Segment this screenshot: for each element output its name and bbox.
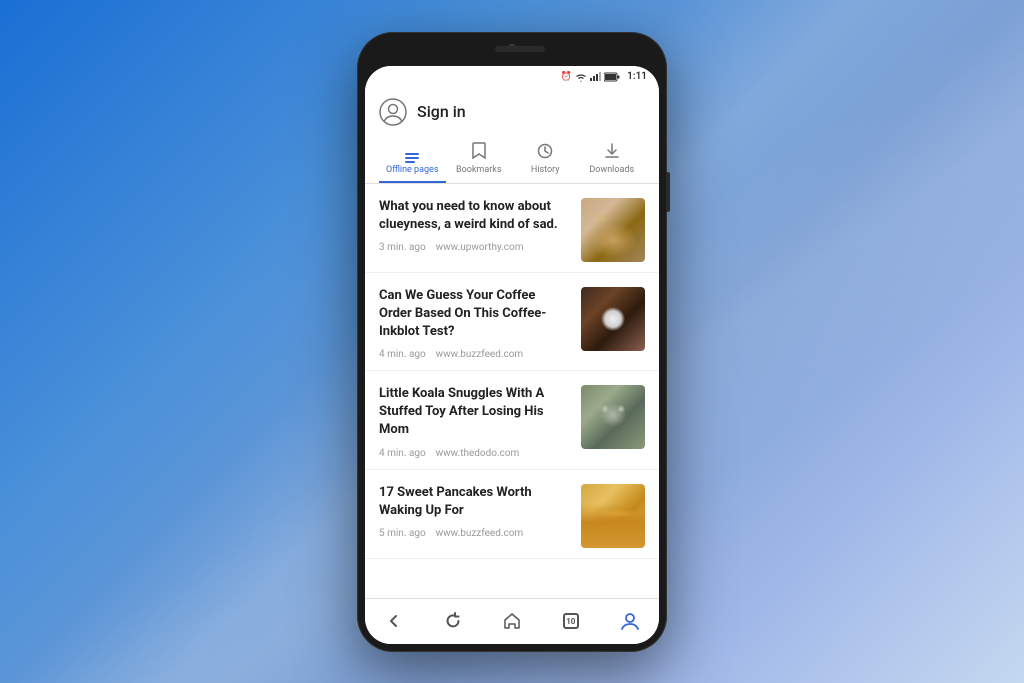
tabs-button[interactable]: 10 (551, 601, 591, 641)
article-source: www.thedodo.com (436, 448, 520, 459)
tab-bookmarks[interactable]: Bookmarks (446, 136, 513, 183)
tab-downloads-label: Downloads (589, 165, 634, 175)
article-source: www.buzzfeed.com (436, 528, 524, 539)
user-avatar-icon (379, 98, 407, 126)
phone-device: ⏰ 1:11 (357, 32, 667, 652)
article-item[interactable]: Little Koala Snuggles With A Stuffed Toy… (365, 371, 659, 470)
article-title: Can We Guess Your Coffee Order Based On … (379, 287, 571, 342)
sign-in-text: Sign in (417, 102, 466, 121)
article-title: 17 Sweet Pancakes Worth Waking Up For (379, 484, 571, 520)
article-time: 3 min. ago (379, 242, 426, 253)
article-item[interactable]: What you need to know about clueyness, a… (365, 184, 659, 273)
status-bar: ⏰ 1:11 (365, 66, 659, 88)
article-thumbnail (581, 287, 645, 351)
app-header: Sign in Offline pages (365, 88, 659, 184)
tab-history-label: History (531, 165, 560, 175)
article-thumbnail (581, 198, 645, 262)
tab-count-badge: 10 (563, 613, 579, 629)
history-icon (537, 143, 553, 163)
article-meta: 4 min. ago www.thedodo.com (379, 448, 571, 459)
content-area: What you need to know about clueyness, a… (365, 184, 659, 598)
side-button (666, 172, 670, 212)
article-meta: 3 min. ago www.upworthy.com (379, 242, 571, 253)
article-thumbnail (581, 385, 645, 449)
article-meta: 4 min. ago www.buzzfeed.com (379, 349, 571, 360)
article-text: 17 Sweet Pancakes Worth Waking Up For 5 … (379, 484, 581, 539)
article-source: www.buzzfeed.com (436, 349, 524, 360)
offline-pages-icon (405, 153, 419, 163)
article-time: 5 min. ago (379, 528, 426, 539)
tab-bookmarks-label: Bookmarks (456, 165, 501, 175)
bookmarks-icon (472, 142, 486, 163)
back-button[interactable] (374, 601, 414, 641)
article-text: What you need to know about clueyness, a… (379, 198, 581, 253)
tab-offline-pages[interactable]: Offline pages (379, 147, 446, 183)
article-text: Little Koala Snuggles With A Stuffed Toy… (379, 385, 581, 459)
refresh-button[interactable] (433, 601, 473, 641)
battery-icon (604, 72, 620, 82)
alarm-icon: ⏰ (561, 72, 572, 82)
article-source: www.upworthy.com (436, 242, 524, 253)
article-meta: 5 min. ago www.buzzfeed.com (379, 528, 571, 539)
bottom-navigation: 10 (365, 598, 659, 644)
sign-in-row[interactable]: Sign in (379, 98, 645, 136)
wifi-icon (575, 72, 587, 82)
status-time: 1:11 (627, 71, 647, 82)
phone-screen: ⏰ 1:11 (365, 66, 659, 644)
speaker (495, 46, 545, 52)
article-time: 4 min. ago (379, 448, 426, 459)
article-item[interactable]: 17 Sweet Pancakes Worth Waking Up For 5 … (365, 470, 659, 559)
tab-downloads[interactable]: Downloads (579, 136, 646, 183)
article-time: 4 min. ago (379, 349, 426, 360)
status-icons: ⏰ 1:11 (561, 71, 647, 82)
tabs-row: Offline pages Bookmarks (379, 136, 645, 183)
downloads-icon (604, 142, 620, 163)
home-button[interactable] (492, 601, 532, 641)
tab-offline-label: Offline pages (386, 165, 438, 175)
article-text: Can We Guess Your Coffee Order Based On … (379, 287, 581, 361)
signal-icon (590, 73, 601, 81)
article-title: What you need to know about clueyness, a… (379, 198, 571, 234)
article-thumbnail (581, 484, 645, 548)
article-item[interactable]: Can We Guess Your Coffee Order Based On … (365, 273, 659, 372)
account-button[interactable] (610, 601, 650, 641)
tab-history[interactable]: History (512, 137, 579, 183)
article-title: Little Koala Snuggles With A Stuffed Toy… (379, 385, 571, 440)
